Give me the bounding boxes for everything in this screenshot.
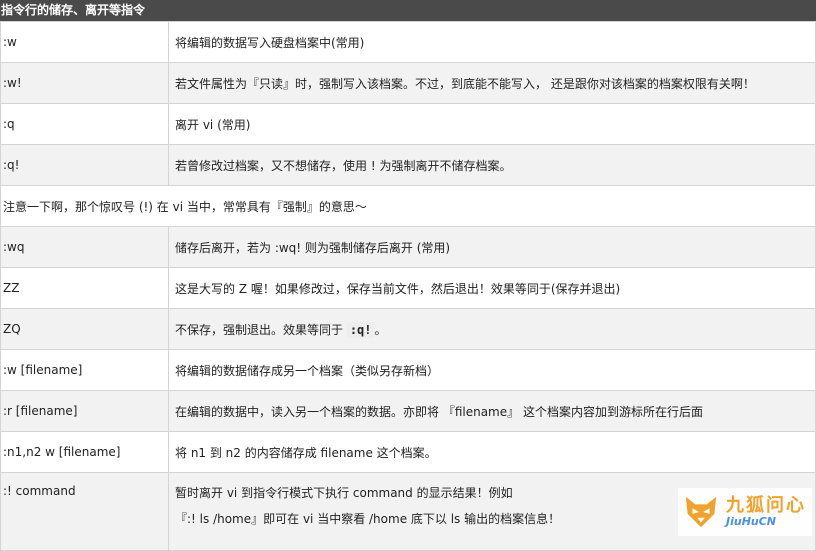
- description-cell: 将 n1 到 n2 的内容储存成 filename 这个档案。: [168, 431, 816, 473]
- table-row: :r [filename] 在编辑的数据中，读入另一个档案的数据。亦即将 『fi…: [0, 390, 816, 432]
- description-cell: 若文件属性为『只读』时，强制写入该档案。不过，到底能不能写入， 还是跟你对该档案…: [168, 62, 816, 104]
- note-cell: 注意一下啊，那个惊叹号 (!) 在 vi 当中，常常具有『强制』的意思～: [0, 185, 816, 227]
- description-cell: 在编辑的数据中，读入另一个档案的数据。亦即将 『filename』 这个档案内容…: [168, 390, 816, 432]
- description-cell: 离开 vi (常用): [168, 103, 816, 145]
- inline-code: :q!: [346, 321, 375, 338]
- table-row: :n1,n2 w [filename] 将 n1 到 n2 的内容储存成 fil…: [0, 431, 816, 473]
- table-row: :q 离开 vi (常用): [0, 103, 816, 145]
- command-cell: :r [filename]: [0, 390, 169, 432]
- command-cell: :w [filename]: [0, 349, 169, 391]
- command-table: :w 将编辑的数据写入硬盘档案中(常用) :w! 若文件属性为『只读』时，强制写…: [0, 21, 816, 551]
- description-cell: 储存后离开，若为 :wq! 则为强制储存后离开 (常用): [168, 226, 816, 268]
- table-row: :q! 若曾修改过档案，又不想储存，使用 ! 为强制离开不储存档案。: [0, 144, 816, 186]
- table-row: ZZ 这是大写的 Z 喔！如果修改过，保存当前文件，然后退出！效果等同于(保存并…: [0, 267, 816, 309]
- command-cell: ZQ: [0, 308, 169, 350]
- command-cell: :w: [0, 21, 169, 63]
- fox-logo-icon: [685, 496, 717, 528]
- description-cell: 将编辑的数据储存成另一个档案（类似另存新档）: [168, 349, 816, 391]
- description-text: 不保存，强制退出。效果等同于: [175, 322, 347, 337]
- watermark-text: 九狐问心: [726, 495, 806, 516]
- command-cell: :n1,n2 w [filename]: [0, 431, 169, 473]
- table-row: :w! 若文件属性为『只读』时，强制写入该档案。不过，到底能不能写入， 还是跟你…: [0, 62, 816, 104]
- table-header: 指令行的储存、离开等指令: [0, 0, 816, 21]
- command-cell: :wq: [0, 226, 169, 268]
- description-cell: 不保存，强制退出。效果等同于 :q!。: [168, 308, 816, 350]
- description-cell: 若曾修改过档案，又不想储存，使用 ! 为强制离开不储存档案。: [168, 144, 816, 186]
- watermark-subtext: JiuHuCN: [726, 515, 777, 528]
- description-cell: 将编辑的数据写入硬盘档案中(常用): [168, 21, 816, 63]
- table-row: ZQ 不保存，强制退出。效果等同于 :q!。: [0, 308, 816, 350]
- command-cell: ZZ: [0, 267, 169, 309]
- table-row: :wq 储存后离开，若为 :wq! 则为强制储存后离开 (常用): [0, 226, 816, 268]
- table-row: :w [filename] 将编辑的数据储存成另一个档案（类似另存新档）: [0, 349, 816, 391]
- note-row: 注意一下啊，那个惊叹号 (!) 在 vi 当中，常常具有『强制』的意思～: [0, 185, 816, 227]
- command-cell: :! command: [0, 472, 169, 551]
- description-text: 。: [374, 322, 387, 337]
- command-cell: :q: [0, 103, 169, 145]
- command-cell: :q!: [0, 144, 169, 186]
- description-cell: 这是大写的 Z 喔！如果修改过，保存当前文件，然后退出！效果等同于(保存并退出): [168, 267, 816, 309]
- watermark: 九狐问心 JiuHuCN: [678, 488, 812, 536]
- table-row: :w 将编辑的数据写入硬盘档案中(常用): [0, 21, 816, 63]
- command-cell: :w!: [0, 62, 169, 104]
